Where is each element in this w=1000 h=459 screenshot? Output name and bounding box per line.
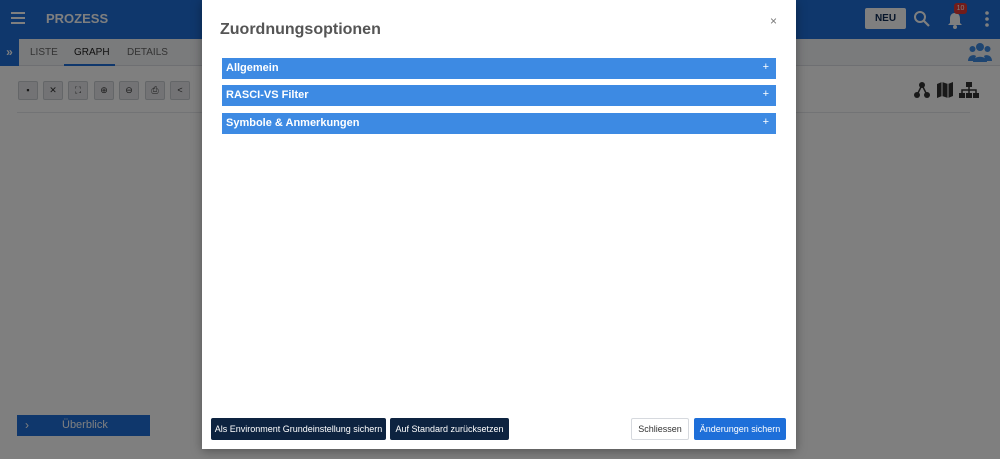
save-changes-button[interactable]: Änderungen sichern xyxy=(694,418,786,440)
section-allgemein[interactable]: Allgemein + xyxy=(222,58,776,79)
expand-plus-icon[interactable]: + xyxy=(763,116,769,128)
close-icon[interactable]: × xyxy=(770,14,777,28)
mapping-options-dialog: Zuordnungsoptionen × Allgemein + RASCI-V… xyxy=(202,0,796,449)
save-environment-default-button[interactable]: Als Environment Grundeinstellung sichern xyxy=(211,418,386,440)
section-rasci-filter[interactable]: RASCI-VS Filter + xyxy=(222,85,776,106)
section-label: RASCI-VS Filter xyxy=(226,89,309,101)
close-button[interactable]: Schliessen xyxy=(631,418,689,440)
section-label: Symbole & Anmerkungen xyxy=(226,117,360,129)
expand-plus-icon[interactable]: + xyxy=(763,88,769,100)
expand-plus-icon[interactable]: + xyxy=(763,61,769,73)
section-symbols-annotations[interactable]: Symbole & Anmerkungen + xyxy=(222,113,776,134)
section-label: Allgemein xyxy=(226,62,279,74)
dialog-title: Zuordnungsoptionen xyxy=(220,21,381,38)
reset-default-button[interactable]: Auf Standard zurücksetzen xyxy=(390,418,509,440)
